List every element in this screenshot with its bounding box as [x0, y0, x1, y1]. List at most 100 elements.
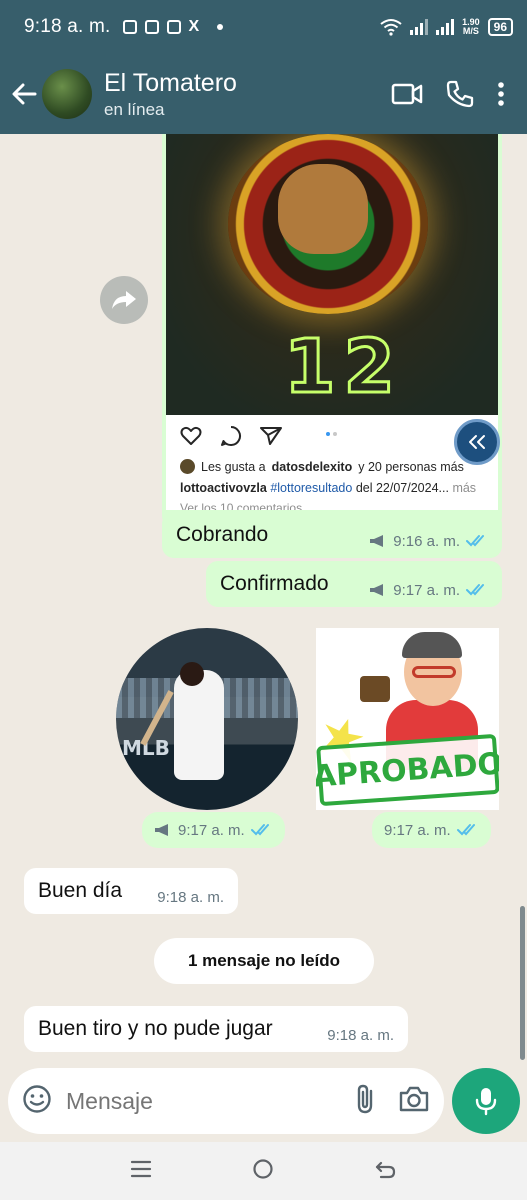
message-composer	[8, 1068, 444, 1134]
contact-info[interactable]: El Tomatero en línea	[104, 68, 237, 120]
comments-link: Ver los 10 comentarios	[180, 501, 303, 510]
message-text: Confirmado	[220, 572, 329, 595]
sticker-time-pill: 9:17 a. m.	[372, 812, 491, 848]
network-speed-unit: M/S	[462, 26, 479, 36]
back-nav-button[interactable]	[375, 1159, 397, 1184]
recent-apps-icon	[131, 1160, 152, 1177]
voice-message-button[interactable]	[452, 1068, 520, 1134]
system-navigation-bar	[0, 1142, 527, 1200]
caption-line: lottoactivovzla #lottoresultado del 22/0…	[180, 481, 476, 495]
emoji-icon	[23, 1084, 51, 1113]
aprobado-sticker[interactable]: APROBADO	[316, 628, 499, 810]
forward-button[interactable]	[100, 276, 148, 324]
message-text: Buen tiro y no pude jugar	[38, 1017, 273, 1040]
home-icon	[253, 1158, 274, 1179]
battery-icon: 96	[487, 18, 513, 36]
media-message[interactable]: 12 Les gusta a datosdelexito y 20 person…	[162, 134, 502, 526]
comment-icon	[221, 426, 241, 446]
status-time: 9:18 a. m.	[24, 16, 111, 37]
message-bubble-outgoing[interactable]: Confirmado 9:17 a. m.	[206, 561, 502, 607]
avatar[interactable]	[42, 69, 92, 119]
camera-icon	[399, 1086, 429, 1111]
message-time: 9:18 a. m.	[157, 888, 224, 906]
contact-status: en línea	[104, 100, 165, 119]
forward-icon	[112, 291, 136, 309]
liker-avatar	[180, 459, 195, 474]
likes-prefix: Les gusta a	[201, 459, 266, 474]
scroll-button[interactable]	[454, 419, 500, 465]
signal-icon	[410, 19, 429, 35]
contact-name: El Tomatero	[104, 69, 237, 97]
signal-icon-2	[436, 19, 455, 35]
status-bar: 9:18 a. m. X 1.90 M/S 96	[0, 0, 527, 54]
likes-user: datosdelexito	[271, 459, 353, 474]
message-input[interactable]	[66, 1087, 306, 1115]
baseball-sticker[interactable]: MLB	[116, 628, 298, 810]
share-icon	[260, 427, 282, 445]
voice-call-button[interactable]	[445, 79, 475, 109]
likes-line: Les gusta a datosdelexito y 20 personas …	[180, 459, 464, 474]
stamp-icon	[360, 676, 390, 702]
double-chevron-icon	[469, 435, 485, 449]
chat-area[interactable]: 12 Les gusta a datosdelexito y 20 person…	[0, 134, 527, 1068]
message-time: 9:18 a. m.	[327, 1026, 394, 1044]
app-notification-icon	[122, 20, 137, 34]
caption-user: lottoactivovzla	[180, 481, 267, 495]
broadcast-icon	[370, 535, 384, 547]
message-time: 9:17 a. m.	[384, 821, 451, 839]
heart-icon	[180, 426, 202, 445]
sticker-time-pill: 9:17 a. m.	[142, 812, 285, 848]
caption-more: más	[452, 481, 477, 495]
home-button[interactable]	[252, 1158, 274, 1185]
video-call-button[interactable]	[391, 82, 423, 106]
message-time: 9:17 a. m.	[178, 821, 245, 839]
message-bubble-incoming[interactable]: Buen tiro y no pude jugar 9:18 a. m.	[24, 1006, 408, 1052]
wifi-icon	[380, 19, 402, 36]
caption-text: del 22/07/2024...	[355, 481, 449, 495]
likes-suffix: y 20 personas más	[358, 459, 464, 474]
more-notifications-dot	[216, 24, 223, 30]
message-text: Buen día	[38, 879, 123, 902]
chat-header: El Tomatero en línea	[0, 54, 527, 134]
emoji-button[interactable]	[22, 1084, 52, 1119]
phone-icon	[446, 80, 474, 108]
player-head	[180, 662, 204, 686]
aprobado-stamp: APROBADO	[316, 733, 499, 807]
caption-hashtag: #lottoresultado	[270, 481, 353, 495]
baseball-player	[174, 670, 224, 780]
read-ticks-icon	[250, 824, 269, 836]
instagram-icon	[144, 20, 159, 34]
scrollbar[interactable]	[520, 906, 525, 1060]
sticker-cap	[402, 632, 462, 658]
back-button[interactable]	[0, 54, 48, 134]
mic-icon	[475, 1088, 497, 1116]
broadcast-icon	[155, 824, 168, 836]
message-time: 9:16 a. m.	[393, 532, 460, 550]
recent-apps-button[interactable]	[130, 1159, 152, 1184]
instagram-post-footer: Les gusta a datosdelexito y 20 personas …	[166, 415, 498, 510]
unread-messages-banner: 1 mensaje no leído	[154, 938, 374, 984]
attach-button[interactable]	[354, 1083, 376, 1120]
read-ticks-icon	[466, 535, 484, 547]
camera-button[interactable]	[398, 1085, 430, 1118]
network-speed: 1.90 M/S	[462, 18, 480, 36]
x-icon: X	[188, 18, 200, 35]
message-bubble-outgoing[interactable]: Cobrando 9:16 a. m.	[162, 512, 502, 558]
back-arrow-icon	[12, 83, 37, 105]
read-ticks-icon	[456, 824, 475, 836]
roulette-image[interactable]: 12	[166, 134, 498, 415]
message-bubble-incoming[interactable]: Buen día 9:18 a. m.	[24, 868, 238, 914]
facebook-icon	[166, 20, 181, 34]
more-options-button[interactable]	[497, 81, 505, 107]
horse-figure	[278, 164, 368, 254]
notification-icons: X	[122, 18, 203, 35]
message-text: Cobrando	[176, 523, 269, 546]
more-options-icon	[498, 82, 504, 106]
message-time: 9:17 a. m.	[393, 581, 460, 599]
back-nav-icon	[375, 1161, 395, 1178]
video-call-icon	[391, 83, 423, 105]
attach-icon	[357, 1084, 373, 1113]
broadcast-icon	[370, 584, 384, 596]
carousel-dots	[326, 432, 337, 436]
sticker-glasses	[412, 666, 456, 678]
